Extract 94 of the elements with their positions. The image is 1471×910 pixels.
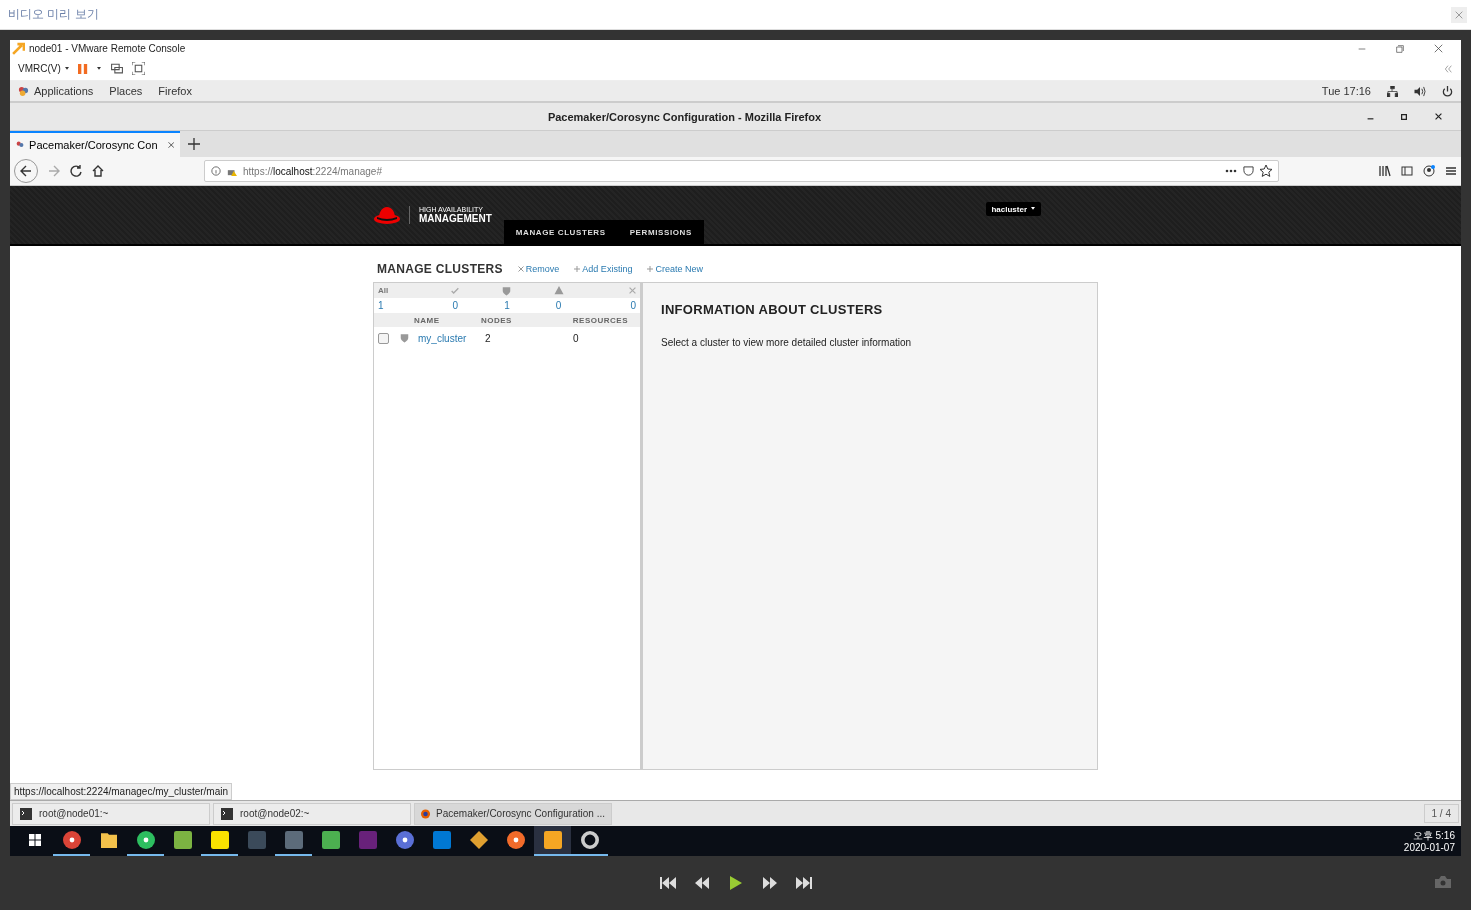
home-icon[interactable] <box>92 165 104 177</box>
network-icon[interactable] <box>1387 85 1398 97</box>
caret-icon <box>1030 207 1036 211</box>
reload-icon[interactable] <box>70 165 82 177</box>
back-arrow-icon <box>20 165 32 177</box>
menu-item[interactable]: Places <box>109 85 143 97</box>
skip-forward-button[interactable] <box>793 875 814 891</box>
browser-icon <box>421 806 431 821</box>
plus-icon <box>574 265 581 272</box>
filter-count[interactable]: 1 <box>504 300 510 311</box>
browser-tab[interactable]: Pacemaker/Corosync Con <box>10 131 180 157</box>
close-icon <box>1455 10 1463 19</box>
filter-label[interactable]: All <box>378 286 389 295</box>
menu-item[interactable]: Applications <box>34 85 94 97</box>
action-link[interactable]: Add Existing <box>574 263 633 274</box>
info-heading: INFORMATION ABOUT CLUSTERS <box>661 302 884 317</box>
column-header: NAME <box>414 315 441 325</box>
clock[interactable]: Tue 17:16 <box>1321 85 1371 97</box>
account-icon[interactable] <box>1423 165 1435 177</box>
star-icon[interactable] <box>1260 165 1272 177</box>
filter-count[interactable]: 0 <box>555 300 562 311</box>
caret-icon <box>63 66 70 71</box>
menu-item[interactable]: Firefox <box>158 85 192 97</box>
play-icon <box>729 876 742 890</box>
close-icon[interactable] <box>167 141 174 149</box>
warning-icon <box>553 286 564 295</box>
info-icon <box>211 166 221 176</box>
library-icon[interactable] <box>1379 165 1391 177</box>
taskbar-app[interactable] <box>534 826 571 856</box>
shield-icon <box>400 333 409 343</box>
app-logo-icon <box>12 42 25 55</box>
pause-icon <box>77 62 88 75</box>
page-heading: MANAGE CLUSTERS <box>377 261 503 276</box>
fast-forward-icon <box>761 877 778 889</box>
plus-icon <box>188 138 200 150</box>
table-cell-text: 2 <box>485 332 492 344</box>
skip-back-icon <box>659 877 676 889</box>
workspace-pager[interactable]: 1 / 4 <box>1423 804 1459 823</box>
brand-title: MANAGEMENT <box>419 213 492 224</box>
close-button[interactable] <box>1451 6 1467 23</box>
close-icon <box>517 265 524 272</box>
address-field[interactable]: https://localhost:2224/manage# <box>204 160 1279 182</box>
camera-icon <box>1435 875 1451 888</box>
windows-icon <box>28 834 41 846</box>
info-text: Select a cluster to view more detailed cluster information <box>661 337 913 348</box>
row-checkbox[interactable] <box>378 332 389 344</box>
user-menu[interactable]: hacluster <box>986 202 1041 216</box>
skip-forward-icon <box>795 877 812 889</box>
maximize-icon <box>1401 113 1407 120</box>
plus-icon <box>647 265 654 272</box>
close-icon <box>629 287 636 294</box>
nav-tab[interactable]: PERMISSIONS <box>617 220 704 244</box>
hat-logo-icon <box>373 204 401 226</box>
filter-count[interactable]: 0 <box>630 300 636 311</box>
status-url: https://localhost:2224/managec/my_cluster/main <box>10 783 232 800</box>
window-list-item[interactable]: root@node02:~ <box>213 802 411 825</box>
caret-icon <box>95 66 102 71</box>
power-icon[interactable] <box>1442 85 1453 97</box>
window-list-item[interactable]: Pacemaker/Corosync Configuration ... <box>414 802 612 825</box>
filter-count[interactable]: 0 <box>452 300 459 311</box>
close-icon <box>1433 44 1443 53</box>
close-icon <box>1434 113 1442 120</box>
rewind-icon <box>693 877 710 889</box>
cluster-link[interactable]: my_cluster <box>418 332 485 344</box>
taskbar-date: 2020-01-07 <box>1403 841 1455 853</box>
table-cell-text: 0 <box>573 332 580 344</box>
more-icon <box>1225 169 1237 173</box>
vmrc-menu[interactable]: VMRC(V) <box>18 63 70 74</box>
preview-title: 비디오 미리 보기 <box>8 6 99 23</box>
pause-button[interactable] <box>77 62 88 75</box>
restore-icon <box>1396 44 1404 53</box>
column-header: NODES <box>481 315 513 325</box>
skip-back-button[interactable] <box>657 875 678 891</box>
apps-icon <box>18 85 29 97</box>
shield-icon <box>502 285 512 296</box>
pocket-icon[interactable] <box>1243 165 1254 177</box>
fullscreen-icon[interactable] <box>131 62 145 75</box>
action-link[interactable]: Remove <box>517 263 560 274</box>
window-title: Pacemaker/Corosync Configuration - Mozilla Firefox <box>547 110 822 123</box>
window-title: node01 - VMware Remote Console <box>29 43 186 54</box>
nav-tab[interactable]: MANAGE CLUSTERS <box>503 220 618 244</box>
menu-icon[interactable] <box>1445 165 1457 177</box>
devices-icon[interactable] <box>109 62 124 75</box>
action-link[interactable]: Create New <box>647 263 703 274</box>
sidebar-icon[interactable] <box>1401 165 1413 177</box>
filter-count[interactable]: 1 <box>378 300 384 311</box>
terminal-icon <box>220 807 234 820</box>
apps-icon <box>16 140 25 150</box>
terminal-icon <box>19 807 33 820</box>
taskbar-time: 오후 5:16 <box>1412 829 1455 841</box>
check-icon <box>451 286 460 295</box>
window-list-item[interactable]: root@node01:~ <box>12 802 210 825</box>
column-header: RESOURCES <box>571 315 629 325</box>
volume-icon[interactable] <box>1414 85 1426 97</box>
